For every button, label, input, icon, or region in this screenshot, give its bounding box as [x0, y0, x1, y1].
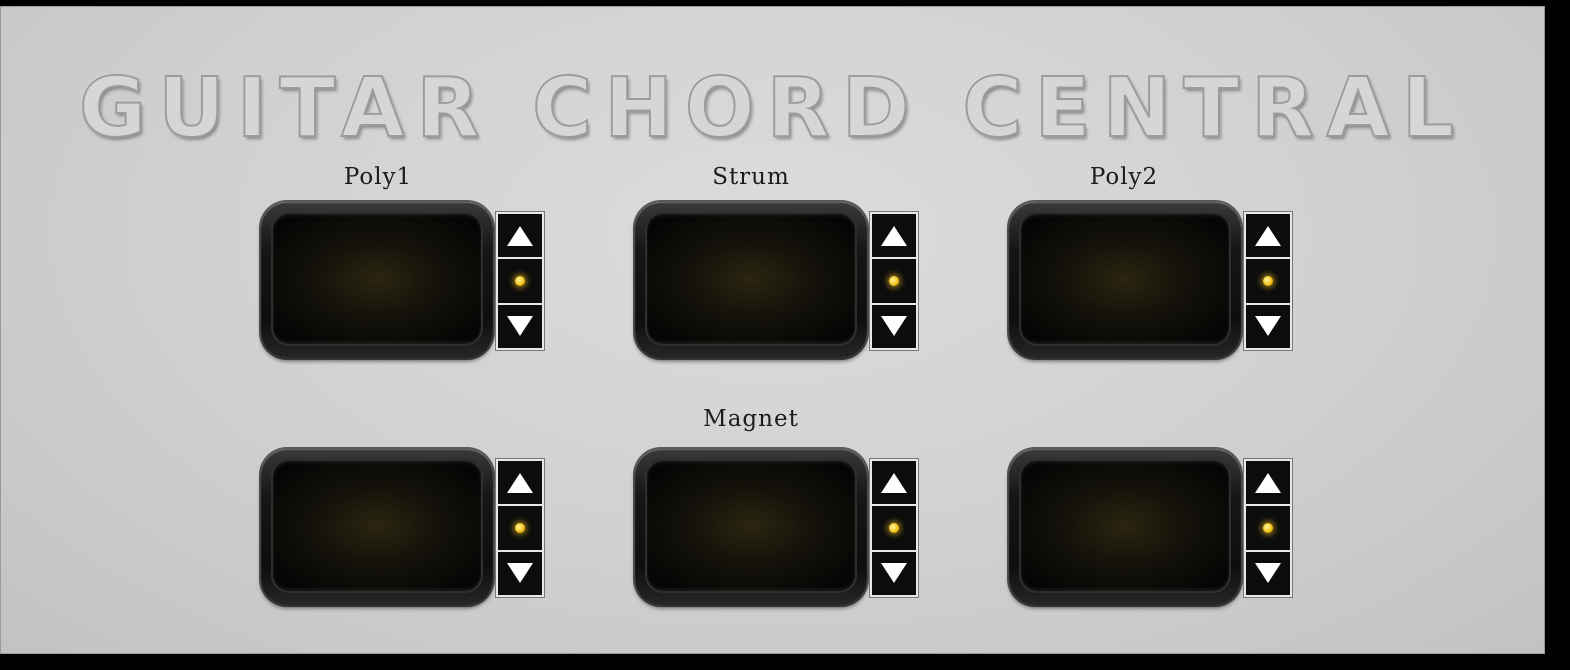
step-down-button[interactable] [498, 305, 542, 348]
led-button[interactable] [1246, 259, 1290, 305]
step-up-button[interactable] [498, 461, 542, 507]
triangle-down-icon [881, 563, 907, 584]
triangle-down-icon [881, 316, 907, 337]
led-button[interactable] [872, 259, 916, 305]
step-up-button[interactable] [498, 214, 542, 260]
stepper-4 [496, 459, 544, 597]
stepper-magnet [870, 459, 918, 597]
app-window: GUITAR CHORD CENTRAL Poly1 Strum Poly2 M… [0, 0, 1570, 670]
slot-display-poly1[interactable] [261, 202, 493, 358]
triangle-up-icon [1255, 225, 1281, 246]
step-up-button[interactable] [1246, 461, 1290, 507]
step-up-button[interactable] [872, 214, 916, 260]
step-down-button[interactable] [872, 305, 916, 348]
slot-display-6[interactable] [1009, 449, 1241, 605]
slot-label-strum: Strum [712, 164, 790, 190]
led-indicator-icon [515, 275, 525, 286]
slot-display-strum[interactable] [635, 202, 867, 358]
triangle-down-icon [507, 563, 533, 584]
step-down-button[interactable] [872, 552, 916, 595]
step-up-button[interactable] [872, 461, 916, 507]
led-indicator-icon [889, 522, 899, 533]
triangle-up-icon [881, 225, 907, 246]
main-panel: GUITAR CHORD CENTRAL Poly1 Strum Poly2 M… [0, 6, 1545, 654]
stepper-6 [1244, 459, 1292, 597]
led-indicator-icon [1263, 522, 1273, 533]
slot-display-magnet[interactable] [635, 449, 867, 605]
display-screen [1019, 212, 1231, 346]
display-screen [1019, 459, 1231, 593]
slot-label-poly1: Poly1 [343, 164, 413, 190]
triangle-up-icon [507, 225, 533, 246]
step-down-button[interactable] [1246, 552, 1290, 595]
led-button[interactable] [872, 506, 916, 552]
slot-label-magnet: Magnet [703, 406, 799, 432]
led-button[interactable] [1246, 506, 1290, 552]
led-indicator-icon [889, 275, 899, 286]
step-down-button[interactable] [498, 552, 542, 595]
triangle-down-icon [1255, 316, 1281, 337]
app-title: GUITAR CHORD CENTRAL [78, 61, 1466, 156]
triangle-down-icon [507, 316, 533, 337]
slot-label-poly2: Poly2 [1089, 164, 1159, 190]
display-screen [271, 212, 483, 346]
step-up-button[interactable] [1246, 214, 1290, 260]
step-down-button[interactable] [1246, 305, 1290, 348]
display-screen [645, 212, 857, 346]
display-screen [271, 459, 483, 593]
triangle-down-icon [1255, 563, 1281, 584]
led-button[interactable] [498, 259, 542, 305]
stepper-strum [870, 212, 918, 350]
stepper-poly2 [1244, 212, 1292, 350]
led-indicator-icon [1263, 275, 1273, 286]
led-button[interactable] [498, 506, 542, 552]
triangle-up-icon [881, 472, 907, 493]
stepper-poly1 [496, 212, 544, 350]
slot-display-4[interactable] [261, 449, 493, 605]
triangle-up-icon [1255, 472, 1281, 493]
display-screen [645, 459, 857, 593]
slot-display-poly2[interactable] [1009, 202, 1241, 358]
led-indicator-icon [515, 522, 525, 533]
triangle-up-icon [507, 472, 533, 493]
